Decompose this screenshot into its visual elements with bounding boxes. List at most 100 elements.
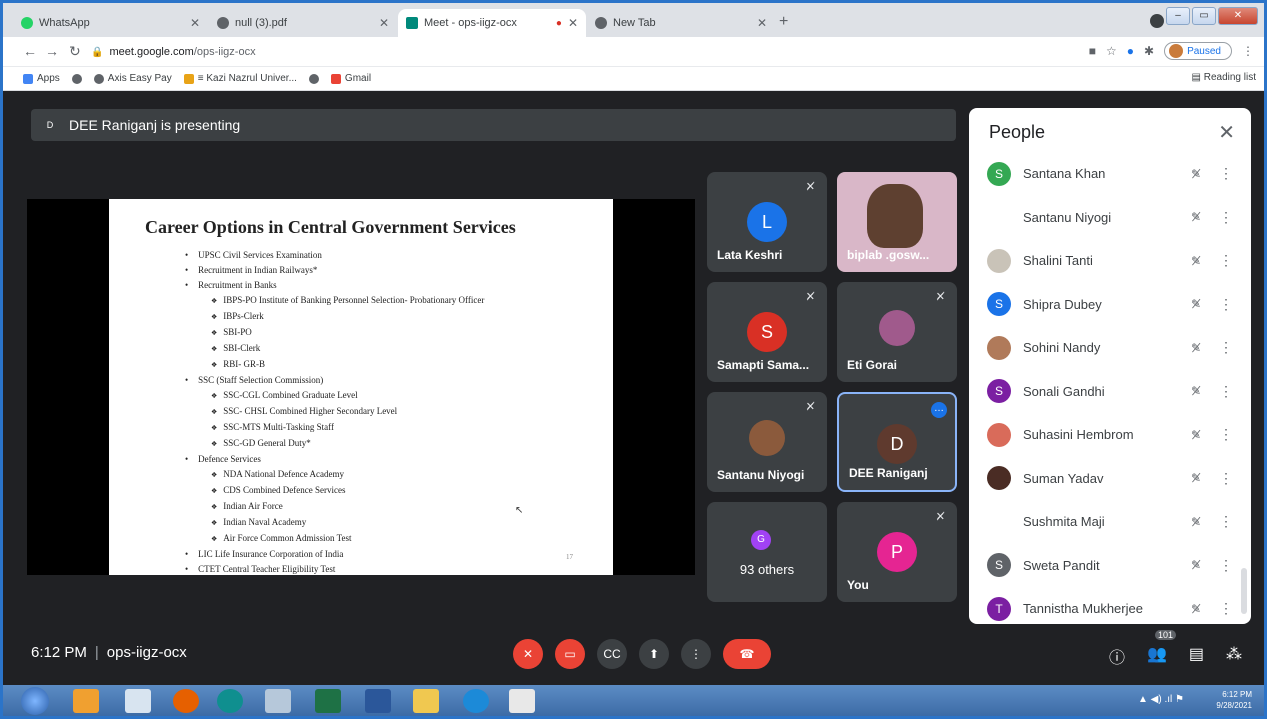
more-options-icon[interactable]: ⋮ xyxy=(1211,383,1241,400)
participant-tile[interactable]: ✕̸ L Lata Keshri xyxy=(707,172,827,272)
gmail-icon xyxy=(330,73,341,84)
avatar: S xyxy=(987,161,1011,186)
participant-tile[interactable]: biplab .gosw... xyxy=(837,172,957,272)
participant-tile-active[interactable]: … D DEE Raniganj xyxy=(837,392,957,492)
more-options-icon[interactable]: ⋮ xyxy=(1211,209,1241,226)
close-icon[interactable]: ✕ xyxy=(568,16,578,30)
puzzle-icon[interactable]: ✱ xyxy=(1144,44,1154,58)
bookmark-globe-2[interactable] xyxy=(308,73,319,84)
close-icon[interactable]: ✕ xyxy=(1218,120,1235,145)
minimize-button[interactable]: – xyxy=(1166,7,1190,25)
bookmark-apps[interactable]: Apps xyxy=(23,73,60,84)
new-tab-button[interactable]: + xyxy=(779,13,788,31)
more-options-icon[interactable]: ⋮ xyxy=(1211,426,1241,443)
bookmark-globe[interactable] xyxy=(71,73,82,84)
close-icon[interactable]: ✕ xyxy=(190,16,200,30)
reading-list-button[interactable]: ▤ Reading list xyxy=(1192,72,1257,83)
list-item[interactable]: Suhasini Hembrom ✎̸ ⋮ xyxy=(969,413,1241,457)
explorer-icon[interactable] xyxy=(125,689,151,713)
camera-icon[interactable]: ■ xyxy=(1089,44,1096,58)
mic-off-icon: ✎̸ xyxy=(1190,471,1202,486)
present-button[interactable]: ⬆ xyxy=(639,639,669,669)
profile-button[interactable]: Paused xyxy=(1164,42,1232,60)
more-options-icon[interactable]: ⋮ xyxy=(1211,296,1241,313)
mic-off-icon: ✎̸ xyxy=(1190,340,1202,355)
list-item[interactable]: Sushmita Maji ✎̸ ⋮ xyxy=(969,500,1241,544)
list-item[interactable]: Sohini Nandy ✎̸ ⋮ xyxy=(969,326,1241,370)
self-tile[interactable]: ✕̸ P You xyxy=(837,502,957,602)
list-item[interactable]: Suman Yadav ✎̸ ⋮ xyxy=(969,457,1241,501)
participant-name: Eti Gorai xyxy=(847,358,898,372)
outlook-icon[interactable] xyxy=(73,689,99,713)
more-options-icon[interactable]: ⋮ xyxy=(1211,252,1241,269)
more-options-icon[interactable]: ⋮ xyxy=(1211,339,1241,356)
participant-tile[interactable]: ✕̸ Eti Gorai xyxy=(837,282,957,382)
bookmark-gmail[interactable]: Gmail xyxy=(330,73,372,84)
others-tile[interactable]: G 93 others xyxy=(707,502,827,602)
activities-icon[interactable]: ⁂ xyxy=(1226,644,1242,668)
list-item[interactable]: Santanu Niyogi ✎̸ ⋮ xyxy=(969,196,1241,240)
system-tray-icons[interactable]: ▲ ◀) .ıl ⚑ xyxy=(1138,694,1184,705)
reload-button[interactable]: ↻ xyxy=(69,43,81,60)
back-button[interactable]: ← xyxy=(23,43,37,59)
tab-whatsapp[interactable]: WhatsApp ✕ xyxy=(13,9,208,37)
list-item[interactable]: S Shipra Dubey ✎̸ ⋮ xyxy=(969,283,1241,327)
slide-bullet: Recruitment in Banks xyxy=(145,278,613,293)
people-panel: People ✕ S Santana Khan ✎̸ ⋮ Santanu Niyogi ✎… xyxy=(969,108,1251,624)
list-item[interactable]: S Sweta Pandit ✎̸ ⋮ xyxy=(969,544,1241,588)
more-options-button[interactable]: ⋮ xyxy=(681,639,711,669)
close-icon[interactable]: ✕ xyxy=(757,16,767,30)
captions-button[interactable]: CC xyxy=(597,639,627,669)
bookmark-axis-easy-pay[interactable]: Axis Easy Pay xyxy=(93,73,172,84)
forward-button[interactable]: → xyxy=(45,43,59,59)
meet-window: D DEE Raniganj is presenting Career Opti… xyxy=(3,91,1264,685)
slide-bullet: IBPS-PO Institute of Banking Personnel S… xyxy=(145,293,613,309)
shared-screen: Career Options in Central Government Ser… xyxy=(27,199,695,575)
slide-bullet: Indian Air Force xyxy=(145,499,613,515)
tab-new-tab[interactable]: New Tab ✕ xyxy=(587,9,775,37)
participant-tile[interactable]: ✕̸ Santanu Niyogi xyxy=(707,392,827,492)
ie-icon[interactable] xyxy=(463,689,489,713)
window-close-button[interactable]: ✕ xyxy=(1218,7,1258,25)
excel-icon[interactable] xyxy=(315,689,341,713)
tab-meet[interactable]: Meet - ops-iigz-ocx ● ✕ xyxy=(398,9,586,37)
mic-toggle-button[interactable]: ✕ xyxy=(513,639,543,669)
bookmark-label: Gmail xyxy=(344,73,372,84)
more-options-icon[interactable]: ⋮ xyxy=(1211,600,1241,617)
participant-tile[interactable]: ✕̸ S Samapti Sama... xyxy=(707,282,827,382)
mic-off-icon: ✕̸ xyxy=(805,291,815,303)
camera-toggle-button[interactable]: ▭ xyxy=(555,639,585,669)
firefox-icon[interactable] xyxy=(173,689,199,713)
more-options-icon[interactable]: ⋮ xyxy=(1211,557,1241,574)
more-options-icon[interactable]: … xyxy=(931,402,947,418)
avatar xyxy=(987,509,1011,534)
maximize-button[interactable]: ▭ xyxy=(1192,7,1216,25)
more-options-icon[interactable]: ⋮ xyxy=(1211,513,1241,530)
bookmark-kazi-nazrul[interactable]: ≡ Kazi Nazrul Univer... xyxy=(183,73,297,84)
address-bar[interactable]: 🔒 meet.google.com/ops-iigz-ocx xyxy=(91,41,1071,63)
more-options-icon[interactable]: ⋮ xyxy=(1211,470,1241,487)
tab-pdf[interactable]: null (3).pdf ✕ xyxy=(209,9,397,37)
chrome-icon[interactable] xyxy=(509,689,535,713)
chat-icon[interactable]: ▤ xyxy=(1189,644,1204,668)
people-icon[interactable]: 👥 xyxy=(1147,644,1167,668)
more-options-icon[interactable]: ⋮ xyxy=(1211,165,1241,182)
paint-icon[interactable] xyxy=(265,689,291,713)
edge-icon[interactable] xyxy=(217,689,243,713)
clock[interactable]: 6:12 PM 9/28/2021 xyxy=(1216,689,1252,711)
menu-kebab-icon[interactable]: ⋮ xyxy=(1242,44,1254,58)
list-item[interactable]: S Santana Khan ✎̸ ⋮ xyxy=(969,152,1241,196)
extension-icon[interactable]: ● xyxy=(1127,44,1134,58)
list-item[interactable]: Shalini Tanti ✎̸ ⋮ xyxy=(969,239,1241,283)
list-item[interactable]: T Tannistha Mukherjee ✎̸ ⋮ xyxy=(969,587,1241,624)
scrollbar[interactable] xyxy=(1241,568,1247,614)
start-button[interactable] xyxy=(21,687,49,715)
leave-call-button[interactable]: ☎ xyxy=(723,639,771,669)
folder-icon[interactable] xyxy=(413,689,439,713)
close-icon[interactable]: ✕ xyxy=(379,16,389,30)
word-icon[interactable] xyxy=(365,689,391,713)
info-icon[interactable]: ⓘ xyxy=(1109,644,1125,668)
avatar xyxy=(987,466,1011,491)
star-icon[interactable]: ☆ xyxy=(1106,44,1117,58)
list-item[interactable]: S Sonali Gandhi ✎̸ ⋮ xyxy=(969,370,1241,414)
